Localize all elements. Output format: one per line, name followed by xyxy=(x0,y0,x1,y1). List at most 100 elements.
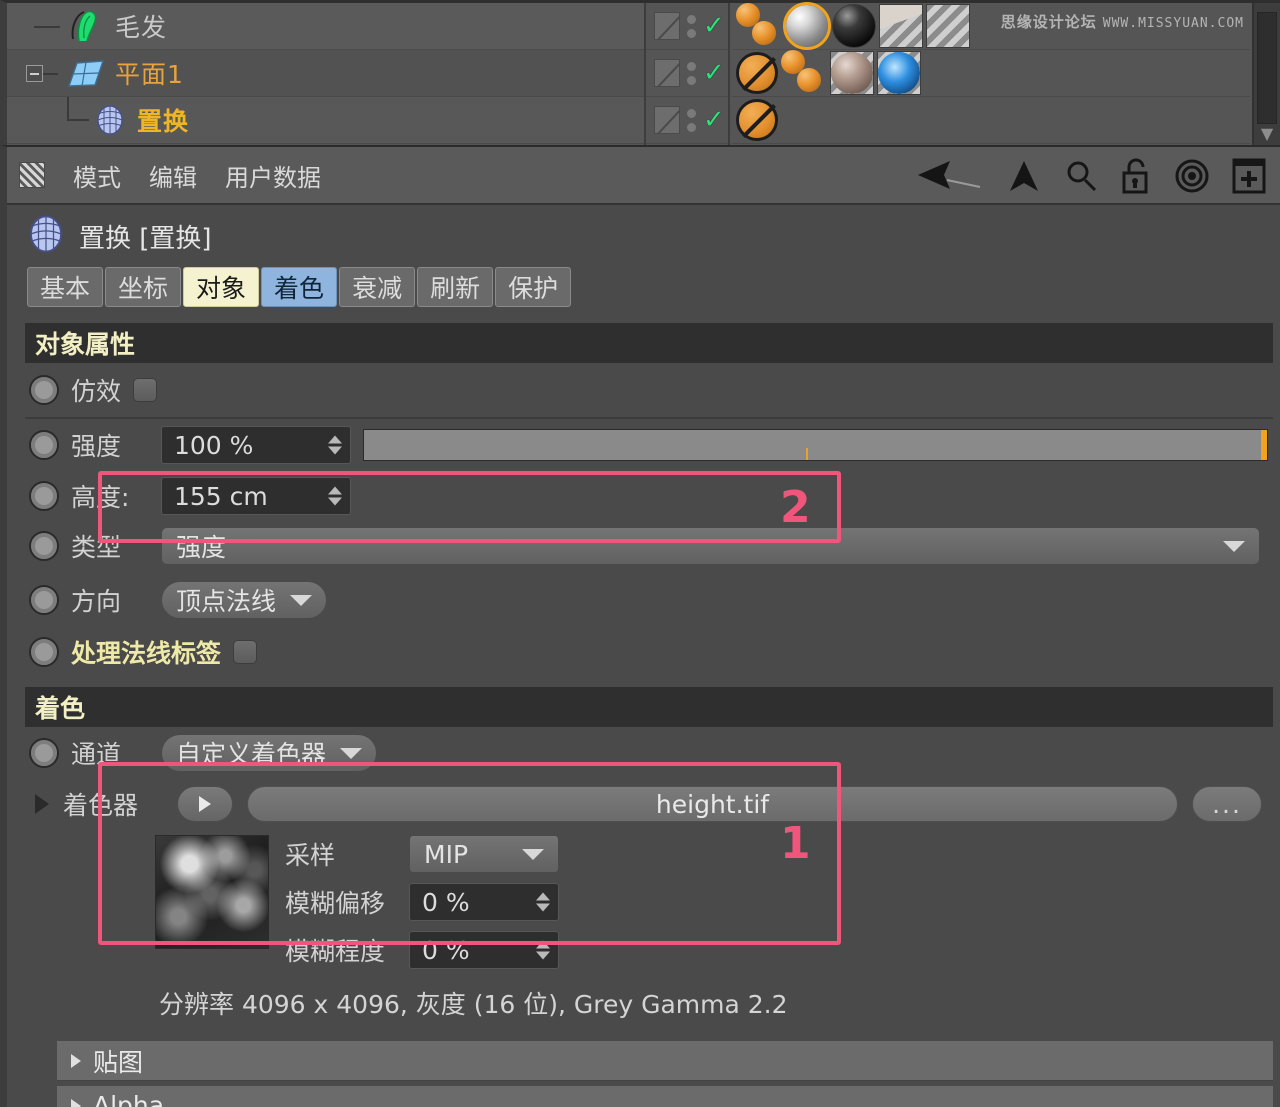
material-thumb-checker-partial[interactable] xyxy=(879,4,923,48)
page-title: 置换 [置换] xyxy=(79,223,212,254)
tab-basic[interactable]: 基本 xyxy=(27,267,104,307)
annotation-number-2: 2 xyxy=(780,482,811,533)
collapsed-section-texture[interactable]: 贴图 xyxy=(57,1041,1273,1081)
tab-shading[interactable]: 着色 xyxy=(261,267,338,307)
tag-cell[interactable]: ✓ xyxy=(646,3,728,50)
annotation-number-1: 1 xyxy=(780,818,811,869)
target-icon[interactable] xyxy=(1174,158,1210,194)
search-icon[interactable] xyxy=(1064,159,1098,193)
attribute-menubar: 模式 编辑 用户数据 xyxy=(7,147,1280,205)
object-manager-scrollbar[interactable]: ▼ xyxy=(1252,3,1280,145)
label-strength: 强度 xyxy=(71,432,122,461)
animate-dot-icon[interactable] xyxy=(29,585,59,615)
visibility-dots-icon[interactable] xyxy=(687,61,696,85)
material-thumb-grey[interactable] xyxy=(783,2,831,50)
section-shading: 着色 xyxy=(25,687,1273,727)
row-height: 高度: 155 cm xyxy=(7,471,1280,521)
texture-thumbnail[interactable] xyxy=(155,835,269,949)
tab-refresh[interactable]: 刷新 xyxy=(417,267,494,307)
chevron-down-icon[interactable]: ▼ xyxy=(1261,124,1273,143)
normal-tag-checkbox[interactable] xyxy=(233,640,258,664)
strength-slider[interactable] xyxy=(363,429,1268,461)
back-arrow-icon[interactable] xyxy=(914,159,984,193)
tab-coord[interactable]: 坐标 xyxy=(105,267,182,307)
unlock-icon[interactable] xyxy=(1120,158,1152,194)
slider-handle[interactable] xyxy=(1261,430,1267,460)
scrollbar-thumb[interactable] xyxy=(1257,12,1277,124)
two-spheres-icon[interactable] xyxy=(736,3,782,49)
stepper-icon[interactable] xyxy=(536,940,550,960)
height-input[interactable]: 155 cm xyxy=(161,477,351,515)
strength-input[interactable]: 100 % xyxy=(161,426,351,464)
shader-preview-button[interactable] xyxy=(177,786,233,822)
object-row-hair[interactable]: 毛发 xyxy=(7,3,644,50)
tag-cell[interactable]: ✓ xyxy=(646,97,728,144)
watermark-url: WWW.MISSYUAN.COM xyxy=(1102,16,1244,31)
object-tree: 毛发 平面1 置换 xyxy=(7,3,644,145)
expand-shader-icon[interactable] xyxy=(35,794,49,814)
layer-swatch-icon[interactable] xyxy=(654,106,680,134)
tab-falloff[interactable]: 衰减 xyxy=(339,267,416,307)
menu-item-edit[interactable]: 编辑 xyxy=(149,158,197,193)
two-spheres-icon[interactable] xyxy=(781,50,827,96)
tab-object[interactable]: 对象 xyxy=(183,267,260,307)
direction-dropdown[interactable]: 顶点法线 xyxy=(161,581,328,619)
resolution-text: 分辨率 4096 x 4096, 灰度 (16 位), Grey Gamma 2… xyxy=(159,990,788,1019)
blur-offset-input[interactable]: 0 % xyxy=(409,883,559,921)
panel-grip-icon[interactable] xyxy=(19,162,45,188)
layer-swatch-icon[interactable] xyxy=(654,12,680,40)
enabled-check-icon[interactable]: ✓ xyxy=(703,107,725,133)
stepper-icon[interactable] xyxy=(328,486,342,506)
stepper-icon[interactable] xyxy=(536,892,550,912)
menu-item-userdata[interactable]: 用户数据 xyxy=(225,158,321,193)
animate-dot-icon[interactable] xyxy=(29,637,59,667)
visibility-dots-icon[interactable] xyxy=(687,14,696,38)
tree-line xyxy=(67,97,69,120)
animate-dot-icon[interactable] xyxy=(29,738,59,768)
collapsed-section-list: 贴图 Alpha xyxy=(7,1041,1280,1107)
label-effect: 仿效 xyxy=(71,377,122,406)
enabled-check-icon[interactable]: ✓ xyxy=(703,60,725,86)
label-blur-amount: 模糊程度 xyxy=(285,937,386,966)
menu-item-mode[interactable]: 模式 xyxy=(73,158,121,193)
blur-amount-input[interactable]: 0 % xyxy=(409,931,559,969)
height-value: 155 cm xyxy=(174,481,268,511)
layer-swatch-icon[interactable] xyxy=(654,59,680,87)
material-thumb-checker[interactable] xyxy=(926,4,970,48)
no-entry-icon[interactable] xyxy=(736,99,778,141)
animate-dot-icon[interactable] xyxy=(29,375,59,405)
visibility-dots-icon[interactable] xyxy=(687,108,696,132)
row-direction: 方向 顶点法线 xyxy=(7,571,1280,629)
type-dropdown[interactable]: 强度 xyxy=(161,527,1260,565)
material-tag-row[interactable] xyxy=(732,50,1250,97)
object-tag-column: ✓ ✓ ✓ xyxy=(644,3,730,145)
material-tag-row[interactable] xyxy=(732,97,1250,144)
shader-file-field[interactable]: height.tif xyxy=(247,786,1178,822)
label-height: 高度: xyxy=(71,483,130,512)
browse-button[interactable]: ... xyxy=(1192,786,1262,822)
up-arrow-icon[interactable] xyxy=(1006,159,1042,193)
tag-cell[interactable]: ✓ xyxy=(646,50,728,97)
expand-toggle[interactable] xyxy=(26,65,43,82)
object-row-displace[interactable]: 置换 xyxy=(7,97,644,144)
material-thumb-blue[interactable] xyxy=(877,51,921,95)
tab-protect[interactable]: 保护 xyxy=(495,267,572,307)
no-entry-icon[interactable] xyxy=(736,52,778,94)
sampling-dropdown[interactable]: MIP xyxy=(409,835,559,873)
tree-branch xyxy=(67,119,89,121)
cinema4d-screenshot: 毛发 平面1 置换 ✓ ✓ ✓ ▼ 思缘设计论坛 WWW.MISSYUAN.CO… xyxy=(0,0,1280,1107)
enabled-check-icon[interactable]: ✓ xyxy=(703,13,725,39)
object-row-plane[interactable]: 平面1 xyxy=(7,50,644,97)
channel-dropdown[interactable]: 自定义着色器 xyxy=(161,734,378,772)
material-thumb-rock[interactable] xyxy=(830,51,874,95)
animate-dot-icon[interactable] xyxy=(29,430,59,460)
slider-tick xyxy=(806,448,809,460)
material-thumb-black[interactable] xyxy=(832,4,876,48)
collapsed-section-alpha[interactable]: Alpha xyxy=(57,1086,1273,1107)
row-strength: 强度 100 % xyxy=(7,419,1280,471)
animate-dot-icon[interactable] xyxy=(29,481,59,511)
add-panel-icon[interactable] xyxy=(1232,158,1266,194)
stepper-icon[interactable] xyxy=(328,435,342,455)
effect-checkbox[interactable] xyxy=(133,378,158,402)
animate-dot-icon[interactable] xyxy=(29,531,59,561)
